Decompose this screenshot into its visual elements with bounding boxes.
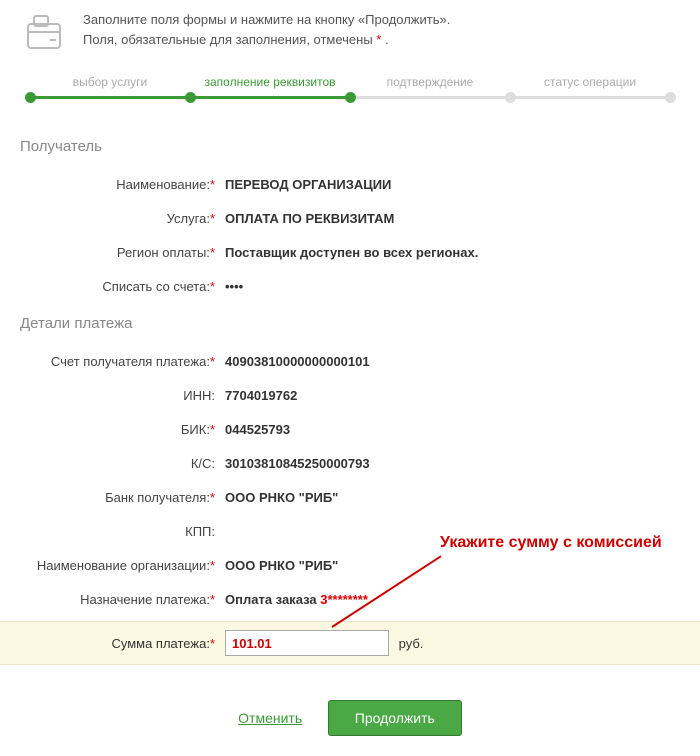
row-org: Наименование организации:* ООО РНКО "РИБ… xyxy=(20,548,680,582)
value-name: ПЕРЕВОД ОРГАНИЗАЦИИ xyxy=(221,177,680,192)
row-bank: Банк получателя:* ООО РНКО "РИБ" xyxy=(20,480,680,514)
header-line1: Заполните поля формы и нажмите на кнопку… xyxy=(83,10,450,30)
amount-input[interactable] xyxy=(225,630,389,656)
section-details-title: Детали платежа xyxy=(20,315,680,332)
step-3[interactable]: подтверждение xyxy=(350,75,510,89)
stepper: выбор услуги заполнение реквизитов подтв… xyxy=(30,83,670,113)
row-name: Наименование:* ПЕРЕВОД ОРГАНИЗАЦИИ xyxy=(20,167,680,201)
row-service: Услуга:* ОПЛАТА ПО РЕКВИЗИТАМ xyxy=(20,201,680,235)
button-bar: Отменить Продолжить xyxy=(20,700,680,736)
value-bank: ООО РНКО "РИБ" xyxy=(221,490,680,505)
value-inn: 7704019762 xyxy=(221,388,680,403)
step-1[interactable]: выбор услуги xyxy=(30,75,190,89)
value-recv-account: 40903810000000000101 xyxy=(221,354,680,369)
step-4[interactable]: статус операции xyxy=(510,75,670,89)
row-amount: Сумма платежа:* руб. xyxy=(0,621,700,665)
header-line2: Поля, обязательные для заполнения, отмеч… xyxy=(83,30,450,50)
row-purpose: Назначение платежа:* Оплата заказа 3****… xyxy=(20,582,680,616)
row-account: Списать со счета:* •••• xyxy=(20,269,680,303)
annotation-text: Укажите сумму с комиссией xyxy=(440,533,662,553)
row-inn: ИНН: 7704019762 xyxy=(20,378,680,412)
value-region: Поставщик доступен во всех регионах. xyxy=(221,245,680,260)
value-org: ООО РНКО "РИБ" xyxy=(221,558,680,573)
row-ks: К/С: 30103810845250000793 xyxy=(20,446,680,480)
value-service: ОПЛАТА ПО РЕКВИЗИТАМ xyxy=(221,211,680,226)
row-region: Регион оплаты:* Поставщик доступен во вс… xyxy=(20,235,680,269)
step-2[interactable]: заполнение реквизитов xyxy=(190,75,350,89)
value-bik: 044525793 xyxy=(221,422,680,437)
wallet-icon xyxy=(20,10,68,61)
section-recipient-title: Получатель xyxy=(20,138,680,155)
currency-label: руб. xyxy=(399,636,424,651)
cancel-button[interactable]: Отменить xyxy=(238,710,302,726)
form-header: Заполните поля формы и нажмите на кнопку… xyxy=(20,10,680,61)
row-recv-account: Счет получателя платежа:* 40903810000000… xyxy=(20,344,680,378)
continue-button[interactable]: Продолжить xyxy=(328,700,462,736)
value-purpose: Оплата заказа 3******** xyxy=(221,592,680,607)
row-bik: БИК:* 044525793 xyxy=(20,412,680,446)
value-ks: 30103810845250000793 xyxy=(221,456,680,471)
value-account: •••• xyxy=(221,279,680,294)
